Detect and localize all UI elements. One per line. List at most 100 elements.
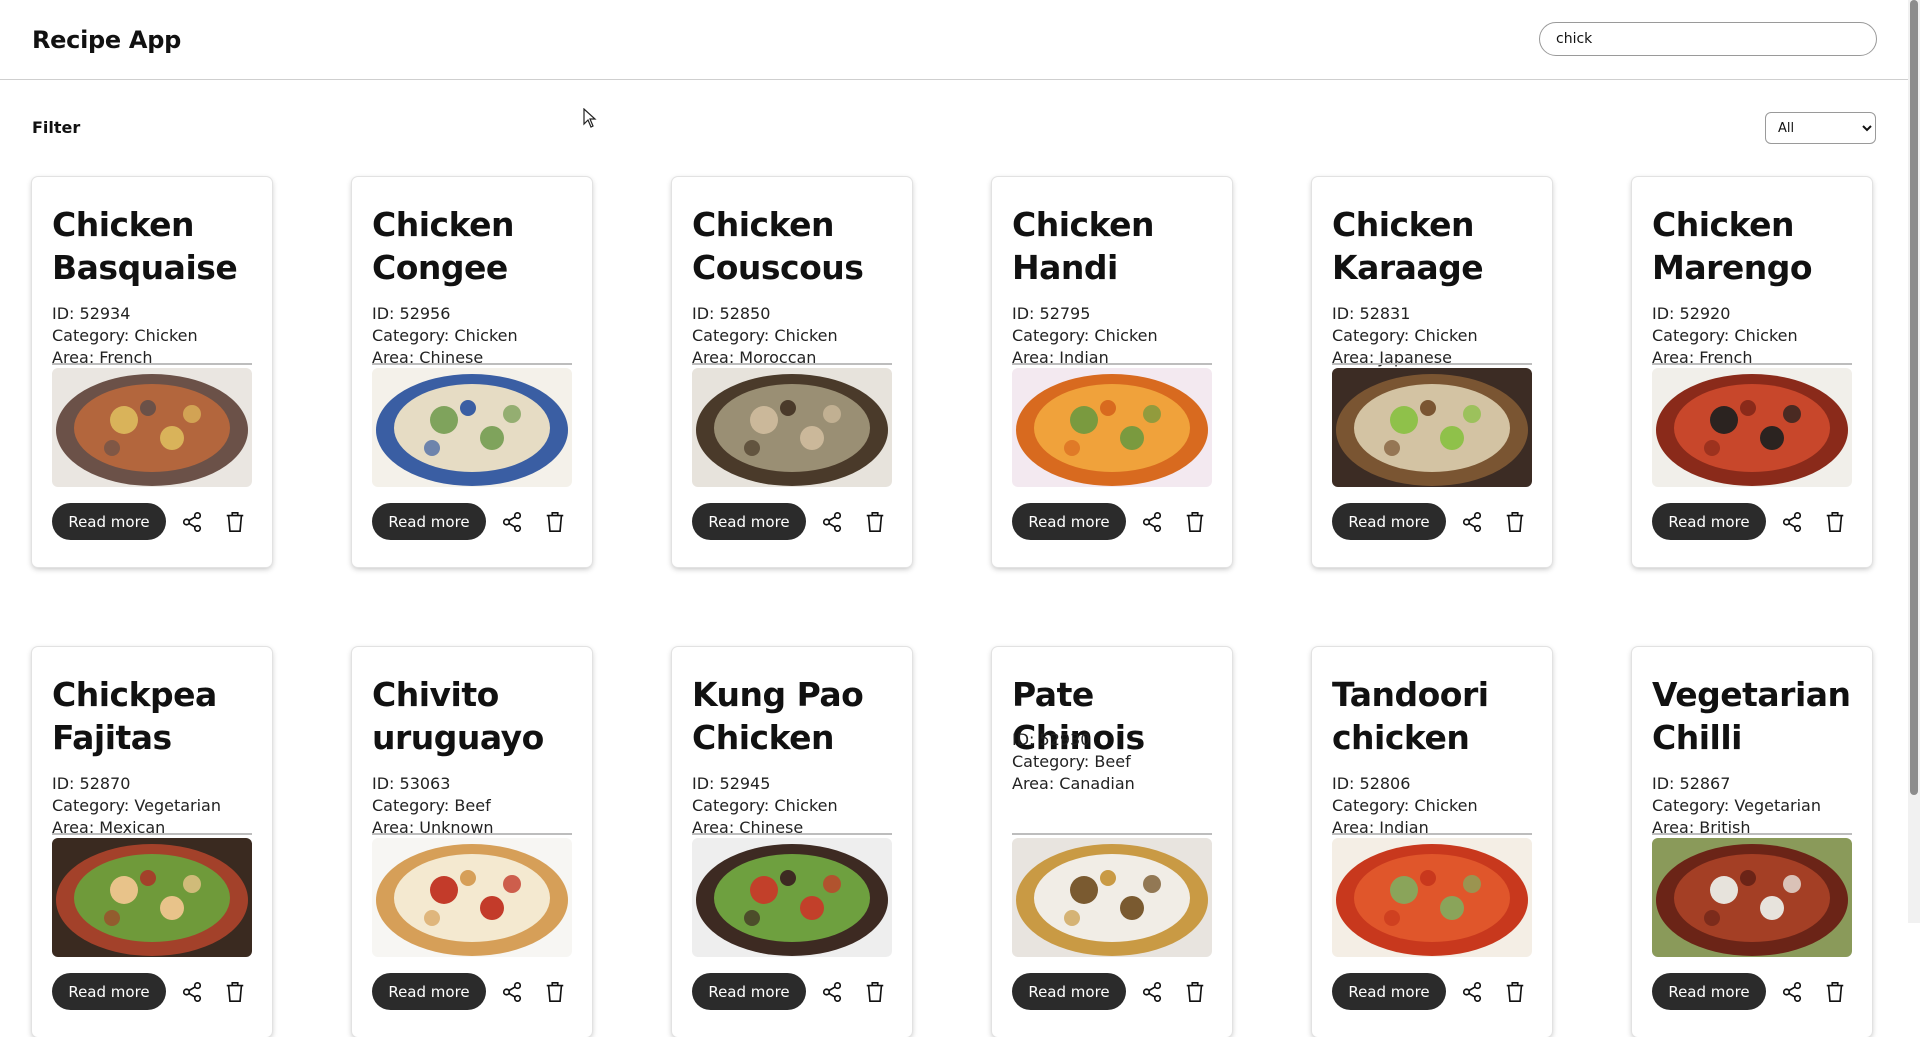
- divider: [1652, 363, 1852, 365]
- divider: [692, 363, 892, 365]
- filter-select[interactable]: All: [1765, 112, 1876, 144]
- read-more-button[interactable]: Read more: [52, 503, 166, 540]
- recipe-card: Chicken Karaage ID: 52831 Category: Chic…: [1312, 177, 1552, 567]
- trash-icon[interactable]: [862, 509, 888, 535]
- recipe-id: ID: 52867: [1652, 774, 1731, 793]
- trash-icon[interactable]: [542, 979, 568, 1005]
- recipe-id: ID: 52850: [692, 304, 771, 323]
- recipe-card: Chickpea Fajitas ID: 52870 Category: Veg…: [32, 647, 272, 1037]
- recipe-category: Category: Chicken: [1652, 326, 1798, 345]
- share-icon[interactable]: [179, 979, 205, 1005]
- share-icon[interactable]: [1779, 509, 1805, 535]
- share-icon[interactable]: [179, 509, 205, 535]
- recipe-category: Category: Chicken: [692, 326, 838, 345]
- share-icon[interactable]: [1139, 509, 1165, 535]
- recipe-photo: [1012, 838, 1212, 957]
- read-more-button[interactable]: Read more: [692, 503, 806, 540]
- recipe-photo: [1012, 368, 1212, 487]
- read-more-button[interactable]: Read more: [1332, 973, 1446, 1010]
- recipe-category: Category: Vegetarian: [52, 796, 221, 815]
- recipe-area: Area: Japanese: [1332, 348, 1452, 367]
- read-more-button[interactable]: Read more: [372, 973, 486, 1010]
- recipe-photo: [52, 838, 252, 957]
- recipe-id: ID: 52934: [52, 304, 131, 323]
- recipe-category: Category: Chicken: [692, 796, 838, 815]
- divider: [1332, 363, 1532, 365]
- recipe-area: Area: French: [1652, 348, 1753, 367]
- recipe-card: Chicken Couscous ID: 52850 Category: Chi…: [672, 177, 912, 567]
- recipe-id: ID: 52945: [692, 774, 771, 793]
- share-icon[interactable]: [1779, 979, 1805, 1005]
- recipe-area: Area: British: [1652, 818, 1751, 837]
- recipe-card: Chivito uruguayo ID: 53063 Category: Bee…: [352, 647, 592, 1037]
- recipe-category: Category: Chicken: [1332, 796, 1478, 815]
- share-icon[interactable]: [1139, 979, 1165, 1005]
- trash-icon[interactable]: [1822, 509, 1848, 535]
- trash-icon[interactable]: [862, 979, 888, 1005]
- trash-icon[interactable]: [1502, 979, 1528, 1005]
- share-icon[interactable]: [819, 979, 845, 1005]
- read-more-button[interactable]: Read more: [1012, 973, 1126, 1010]
- read-more-button[interactable]: Read more: [1652, 503, 1766, 540]
- recipe-photo: [692, 838, 892, 957]
- mouse-pointer-icon: [583, 107, 597, 132]
- recipe-area: Area: Unknown: [372, 818, 494, 837]
- recipe-area: Area: Moroccan: [692, 348, 817, 367]
- recipe-card: Vegetarian Chilli ID: 52867 Category: Ve…: [1632, 647, 1872, 1037]
- recipe-title: Chicken Handi: [1012, 205, 1155, 287]
- share-icon[interactable]: [499, 509, 525, 535]
- recipe-photo: [1332, 838, 1532, 957]
- scrollbar-thumb[interactable]: [1910, 0, 1918, 795]
- recipe-photo: [1652, 838, 1852, 957]
- recipe-card: Chicken Basquaise ID: 52934 Category: Ch…: [32, 177, 272, 567]
- recipe-id: ID: 52795: [1012, 304, 1091, 323]
- recipe-card: Chicken Congee ID: 52956 Category: Chick…: [352, 177, 592, 567]
- app-title: Recipe App: [32, 26, 181, 54]
- read-more-button[interactable]: Read more: [692, 973, 806, 1010]
- trash-icon[interactable]: [222, 509, 248, 535]
- recipe-area: Area: Mexican: [52, 818, 166, 837]
- share-icon[interactable]: [1459, 509, 1485, 535]
- divider: [372, 833, 572, 835]
- recipe-category: Category: Beef: [372, 796, 491, 815]
- trash-icon[interactable]: [1502, 509, 1528, 535]
- recipe-area: Area: Canadian: [1012, 774, 1135, 793]
- share-icon[interactable]: [499, 979, 525, 1005]
- divider: [1012, 363, 1212, 365]
- recipe-photo: [1332, 368, 1532, 487]
- recipe-title: Chicken Karaage: [1332, 205, 1484, 287]
- share-icon[interactable]: [819, 509, 845, 535]
- recipe-category: Category: Chicken: [372, 326, 518, 345]
- divider: [372, 363, 572, 365]
- search-input[interactable]: [1539, 22, 1877, 56]
- read-more-button[interactable]: Read more: [1012, 503, 1126, 540]
- read-more-button[interactable]: Read more: [1332, 503, 1446, 540]
- recipe-category: Category: Beef: [1012, 752, 1131, 771]
- recipe-photo: [692, 368, 892, 487]
- share-icon[interactable]: [1459, 979, 1485, 1005]
- recipe-area: Area: Chinese: [692, 818, 804, 837]
- trash-icon[interactable]: [542, 509, 568, 535]
- filter-label: Filter: [32, 118, 81, 137]
- recipe-card: Chicken Marengo ID: 52920 Category: Chic…: [1632, 177, 1872, 567]
- recipe-card: Pate Chinois ID: 52930 Category: Beef Ar…: [992, 647, 1232, 1037]
- trash-icon[interactable]: [1182, 509, 1208, 535]
- divider: [1652, 833, 1852, 835]
- recipe-area: Area: French: [52, 348, 153, 367]
- trash-icon[interactable]: [1182, 979, 1208, 1005]
- recipe-id: ID: 52956: [372, 304, 451, 323]
- recipe-id: ID: 52920: [1652, 304, 1731, 323]
- recipe-area: Area: Indian: [1332, 818, 1429, 837]
- trash-icon[interactable]: [1822, 979, 1848, 1005]
- recipe-title: Kung Pao Chicken: [692, 675, 864, 757]
- recipe-photo: [52, 368, 252, 487]
- read-more-button[interactable]: Read more: [52, 973, 166, 1010]
- recipe-id: ID: 52870: [52, 774, 131, 793]
- read-more-button[interactable]: Read more: [1652, 973, 1766, 1010]
- read-more-button[interactable]: Read more: [372, 503, 486, 540]
- divider: [1012, 833, 1212, 835]
- trash-icon[interactable]: [222, 979, 248, 1005]
- recipe-title: Vegetarian Chilli: [1652, 675, 1851, 757]
- recipe-id: ID: 52831: [1332, 304, 1411, 323]
- recipe-category: Category: Vegetarian: [1652, 796, 1821, 815]
